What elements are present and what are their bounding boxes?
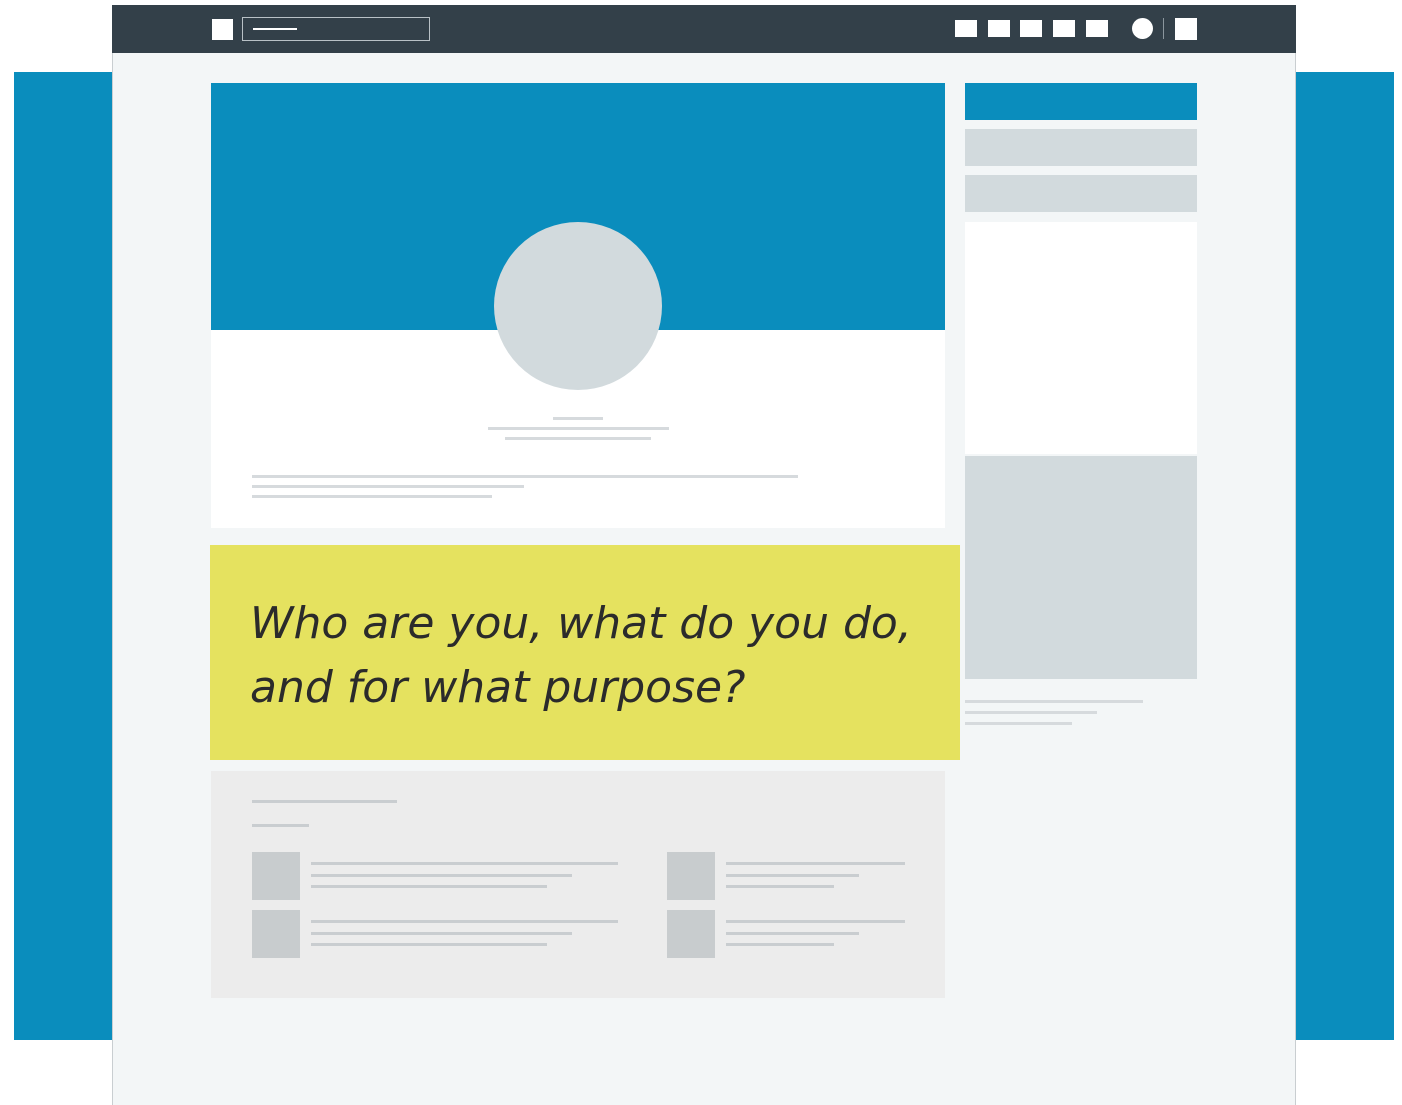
callout-box: Who are you, what do you do, and for what… <box>210 545 960 760</box>
profile-headline-line <box>488 427 669 430</box>
list-item-thumbnail[interactable] <box>252 910 300 958</box>
profile-circle-icon[interactable] <box>1132 18 1153 39</box>
sidebar-panel <box>965 222 1197 454</box>
profile-summary-line <box>252 475 798 478</box>
section-title-line <box>252 800 397 803</box>
sidebar-ad-image[interactable] <box>965 456 1197 679</box>
nav-item-icon[interactable] <box>955 20 977 37</box>
sidebar-block[interactable] <box>965 175 1197 212</box>
list-item-line <box>726 862 905 865</box>
list-item-line <box>726 943 834 946</box>
section-subtitle-line <box>252 824 309 827</box>
list-item-line <box>726 885 834 888</box>
avatar[interactable] <box>494 222 662 390</box>
list-item-line <box>726 920 905 923</box>
nav-item-icon[interactable] <box>1020 20 1042 37</box>
sidebar-primary-block[interactable] <box>965 83 1197 120</box>
list-item-line <box>726 874 859 877</box>
list-item-thumbnail[interactable] <box>667 910 715 958</box>
search-placeholder-line <box>253 28 297 30</box>
logo-square-icon[interactable] <box>212 19 233 40</box>
list-item-line <box>311 874 572 877</box>
list-item-line <box>726 932 859 935</box>
list-item-line <box>311 943 547 946</box>
profile-name-line <box>553 417 603 420</box>
list-item-thumbnail[interactable] <box>252 852 300 900</box>
nav-item-icon[interactable] <box>1086 20 1108 37</box>
list-item-thumbnail[interactable] <box>667 852 715 900</box>
sidebar-caption-line <box>965 722 1072 725</box>
list-item-line <box>311 932 572 935</box>
callout-line-2: and for what purpose? <box>250 662 746 713</box>
profile-headline-line <box>505 437 651 440</box>
nav-divider <box>1163 18 1164 39</box>
nav-item-icon[interactable] <box>1053 20 1075 37</box>
nav-item-icon[interactable] <box>988 20 1010 37</box>
background-band-left <box>14 72 114 1040</box>
list-item-line <box>311 862 618 865</box>
list-item-line <box>311 920 618 923</box>
callout-line-1: Who are you, what do you do, <box>250 598 912 649</box>
callout-text: Who are you, what do you do, and for what… <box>250 592 940 720</box>
profile-summary-line <box>252 485 524 488</box>
sidebar-caption-line <box>965 700 1143 703</box>
list-item-line <box>311 885 547 888</box>
background-band-right <box>1294 72 1394 1040</box>
sidebar-caption-line <box>965 711 1097 714</box>
sidebar-block[interactable] <box>965 129 1197 166</box>
profile-summary-line <box>252 495 492 498</box>
menu-square-icon[interactable] <box>1175 18 1197 40</box>
